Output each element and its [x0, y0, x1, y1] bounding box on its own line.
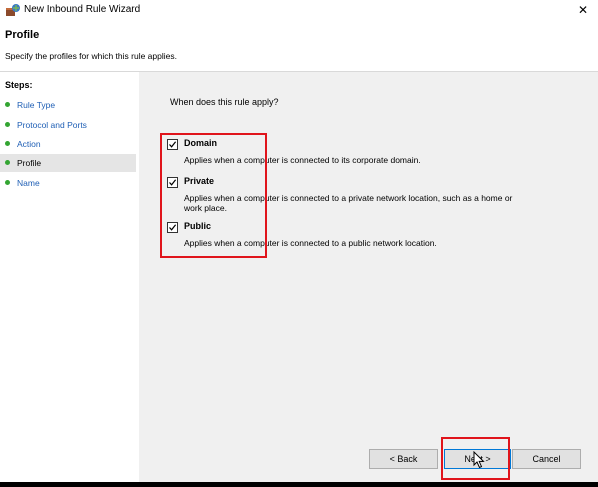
step-action[interactable]: Action: [0, 135, 136, 153]
checkbox-group-highlight: [160, 133, 267, 258]
step-dot-icon: [5, 102, 10, 107]
step-name[interactable]: Name: [0, 174, 136, 192]
close-icon[interactable]: ✕: [568, 0, 598, 20]
step-dot-icon: [5, 180, 10, 185]
steps-panel: Steps: Rule Type Protocol and Ports Acti…: [0, 72, 138, 482]
step-label: Protocol and Ports: [17, 120, 87, 130]
step-dot-icon: [5, 122, 10, 127]
step-dot-icon: [5, 160, 10, 165]
cursor-arrow-icon: [473, 450, 485, 469]
window-title: New Inbound Rule Wizard: [24, 4, 141, 15]
title-bar: New Inbound Rule Wizard ✕: [0, 0, 598, 20]
bottom-edge: [0, 482, 598, 487]
page-subtitle: Specify the profiles for which this rule…: [5, 51, 177, 61]
step-protocol-and-ports[interactable]: Protocol and Ports: [0, 116, 136, 134]
step-profile[interactable]: Profile: [0, 154, 136, 172]
wizard-header: Profile Specify the profiles for which t…: [0, 20, 598, 72]
steps-heading: Steps:: [5, 80, 33, 90]
cancel-button[interactable]: Cancel: [512, 449, 581, 469]
step-label: Profile: [17, 158, 42, 168]
step-rule-type[interactable]: Rule Type: [0, 96, 136, 114]
back-button[interactable]: < Back: [369, 449, 438, 469]
firewall-wizard-icon: [5, 3, 21, 17]
step-dot-icon: [5, 141, 10, 146]
step-label: Rule Type: [17, 100, 56, 110]
question-text: When does this rule apply?: [170, 97, 279, 107]
step-label: Name: [17, 178, 40, 188]
step-label: Action: [17, 139, 41, 149]
page-title: Profile: [5, 29, 40, 41]
